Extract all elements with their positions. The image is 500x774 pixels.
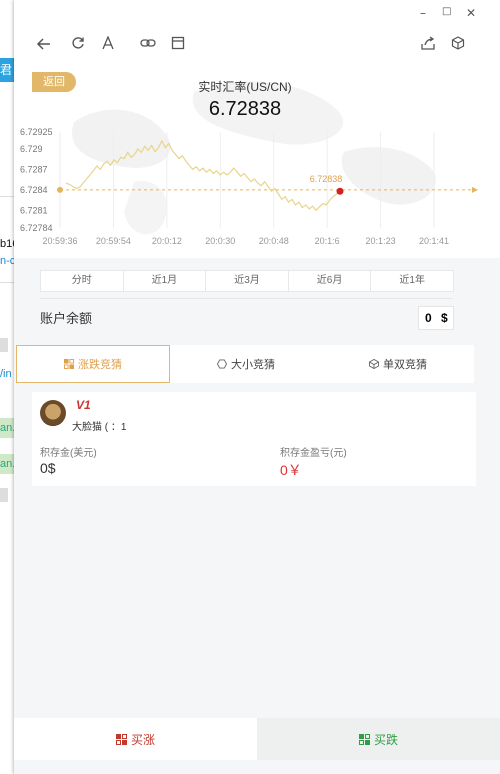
- buy-down-button[interactable]: 买跌: [257, 718, 500, 760]
- toolbar: [14, 30, 500, 62]
- guess-tab-label: 涨跌竞猜: [78, 359, 122, 371]
- last-value-label: 6.72838: [310, 174, 343, 184]
- balance-amount: 0: [425, 311, 432, 325]
- y-tick-label: 6.7284: [20, 185, 48, 195]
- y-tick-label: 6.7287: [20, 164, 48, 174]
- action-bar: 买涨 买跌: [14, 718, 500, 760]
- tab-1-month[interactable]: 近1月: [124, 271, 207, 291]
- guess-tabs: 涨跌竞猜 大小竞猜 单双竞猜: [16, 345, 474, 383]
- y-tick-label: 6.72784: [20, 223, 53, 233]
- tab-updown-guess[interactable]: 涨跌竞猜: [16, 345, 170, 383]
- chart-panel: 返回 实时汇率(US/CN) 6.72838 20:59:36 20:59:54 2…: [14, 62, 500, 258]
- oddeven-icon: [369, 359, 379, 369]
- y-tick-label: 6.7281: [20, 205, 48, 215]
- profit-value: 0￥: [280, 462, 302, 478]
- y-tick-label: 6.729: [20, 144, 43, 154]
- vip-badge: V1: [76, 398, 91, 412]
- font-icon[interactable]: [98, 35, 118, 56]
- x-tick-label: 20:1:23: [366, 236, 396, 246]
- tab-realtime[interactable]: 分时: [41, 271, 124, 291]
- profit-label: 积存金盈亏(元): [280, 448, 347, 459]
- link-icon[interactable]: [138, 36, 158, 56]
- tab-size-guess[interactable]: 大小竞猜: [170, 345, 322, 383]
- window-icon[interactable]: [168, 36, 188, 56]
- title-bar: – □ ✕: [14, 0, 500, 30]
- balance-currency: $: [441, 311, 448, 325]
- balance-label: 账户余额: [40, 311, 93, 326]
- buy-down-icon: [358, 733, 370, 745]
- buy-up-icon: [115, 733, 127, 745]
- size-icon: [217, 359, 227, 369]
- user-name: 大脸猫 ( ：1: [72, 422, 127, 433]
- cube-icon[interactable]: [448, 36, 468, 56]
- guess-tab-label: 大小竞猜: [231, 359, 275, 371]
- tab-1-year[interactable]: 近1年: [371, 271, 453, 291]
- refresh-icon[interactable]: [68, 36, 88, 56]
- back-icon[interactable]: [34, 36, 54, 56]
- buy-down-label: 买跌: [373, 732, 398, 747]
- x-tick-label: 20:0:30: [205, 236, 235, 246]
- reference-arrow: [472, 186, 478, 193]
- tab-3-months[interactable]: 近3月: [206, 271, 289, 291]
- maximize-button[interactable]: □: [442, 6, 451, 17]
- last-value-marker: [336, 187, 344, 195]
- x-tick-label: 20:59:36: [42, 236, 77, 246]
- app-window: – □ ✕ 返回 实时汇率(US/CN) 6.72838 20:59:36 20…: [14, 0, 500, 774]
- avatar: [40, 400, 66, 426]
- minimize-button[interactable]: –: [420, 6, 426, 20]
- x-tick-label: 20:0:12: [152, 236, 182, 246]
- x-tick-label: 20:1:41: [419, 236, 449, 246]
- deposit-label: 积存金(美元): [40, 448, 97, 459]
- buy-up-label: 买涨: [130, 732, 155, 747]
- balance-box: 0 $: [418, 306, 454, 330]
- y-tick-label: 6.72925: [20, 127, 53, 137]
- tab-oddeven-guess[interactable]: 单双竞猜: [322, 345, 474, 383]
- x-tick-label: 20:1:6: [315, 236, 340, 246]
- x-tick-label: 20:0:48: [259, 236, 289, 246]
- x-tick-label: 20:59:54: [96, 236, 131, 246]
- guess-tab-label: 单双竞猜: [383, 359, 427, 371]
- balance-divider: [40, 298, 452, 299]
- share-icon[interactable]: [418, 36, 438, 56]
- rate-chart: 20:59:36 20:59:54 20:0:12 20:0:30 20:0:48 20:…: [20, 127, 478, 246]
- close-button[interactable]: ✕: [466, 6, 476, 20]
- user-card: V1 大脸猫 ( ：1 积存金(美元) 积存金盈亏(元) 0$ 0￥: [32, 392, 476, 486]
- updown-icon: [64, 359, 74, 369]
- deposit-value: 0$: [40, 460, 56, 476]
- tab-6-months[interactable]: 近6月: [289, 271, 372, 291]
- buy-up-button[interactable]: 买涨: [14, 718, 257, 760]
- series-line: [65, 139, 341, 212]
- reference-start-dot: [57, 186, 63, 193]
- period-tabs: 分时 近1月 近3月 近6月 近1年: [40, 270, 454, 292]
